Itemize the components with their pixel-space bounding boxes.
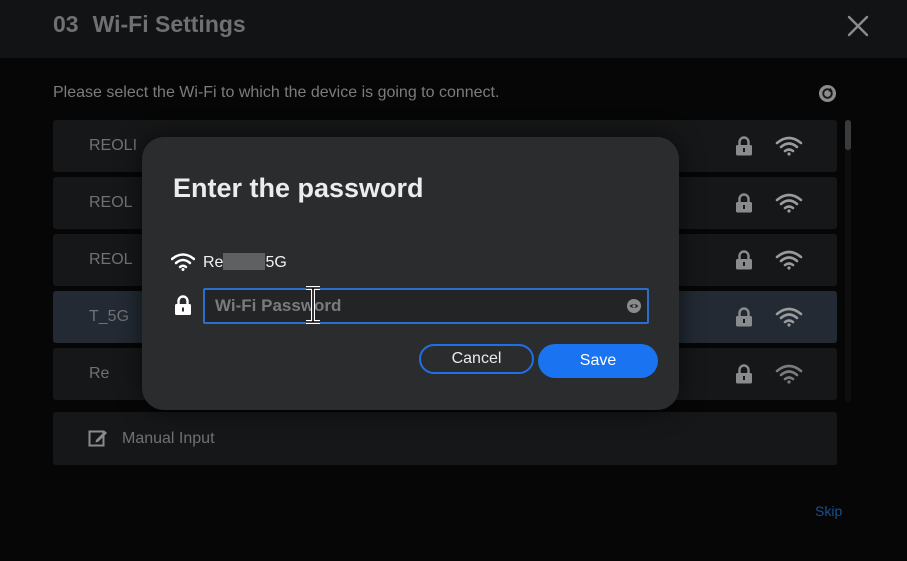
manual-input-button[interactable]: Manual Input — [53, 412, 837, 465]
wifi-network-name: REOLI — [89, 137, 138, 154]
password-input[interactable] — [205, 290, 615, 322]
refresh-icon[interactable] — [818, 84, 837, 103]
skip-link[interactable]: Skip — [815, 503, 842, 519]
lock-icon — [736, 136, 752, 156]
wifi-network-name: Re — [89, 365, 110, 382]
wifi-signal-icon — [775, 136, 803, 156]
wifi-network-name: REOL — [89, 251, 133, 268]
page-title: 03 Wi-Fi Settings — [53, 11, 246, 38]
edit-icon — [88, 430, 107, 447]
show-password-icon[interactable] — [626, 298, 642, 314]
password-dialog: Enter the password Re 5G Cancel Save — [142, 137, 679, 410]
wifi-signal-icon — [775, 250, 803, 270]
manual-input-label: Manual Input — [122, 430, 215, 447]
password-field[interactable] — [203, 288, 649, 324]
lock-icon — [736, 250, 752, 270]
cancel-button[interactable]: Cancel — [419, 344, 534, 374]
step-number: 03 — [53, 11, 79, 37]
list-scrollbar[interactable] — [845, 120, 851, 402]
instruction-text: Please select the Wi-Fi to which the dev… — [53, 84, 500, 101]
lock-icon — [736, 364, 752, 384]
close-icon[interactable] — [846, 14, 870, 38]
wifi-settings-page: 03 Wi-Fi Settings Please select the Wi-Fi… — [0, 0, 907, 561]
lock-icon — [736, 307, 752, 327]
wifi-signal-icon — [775, 307, 803, 327]
save-button[interactable]: Save — [538, 344, 658, 378]
ssid-prefix: Re — [203, 254, 224, 271]
wifi-icon — [171, 253, 195, 271]
ssid-suffix: 5G — [265, 254, 287, 271]
network-ssid: Re 5G — [203, 253, 287, 272]
wifi-signal-icon — [775, 193, 803, 213]
lock-icon — [175, 295, 191, 315]
wifi-network-name: T_5G — [89, 308, 130, 325]
lock-icon — [736, 193, 752, 213]
header-bar: 03 Wi-Fi Settings — [0, 0, 907, 58]
step-title-text: Wi-Fi Settings — [92, 11, 246, 37]
scrollbar-thumb[interactable] — [845, 120, 851, 150]
wifi-signal-icon — [775, 364, 803, 384]
dialog-title: Enter the password — [173, 173, 424, 203]
wifi-network-name: REOL — [89, 194, 133, 211]
ssid-redaction — [223, 253, 266, 270]
